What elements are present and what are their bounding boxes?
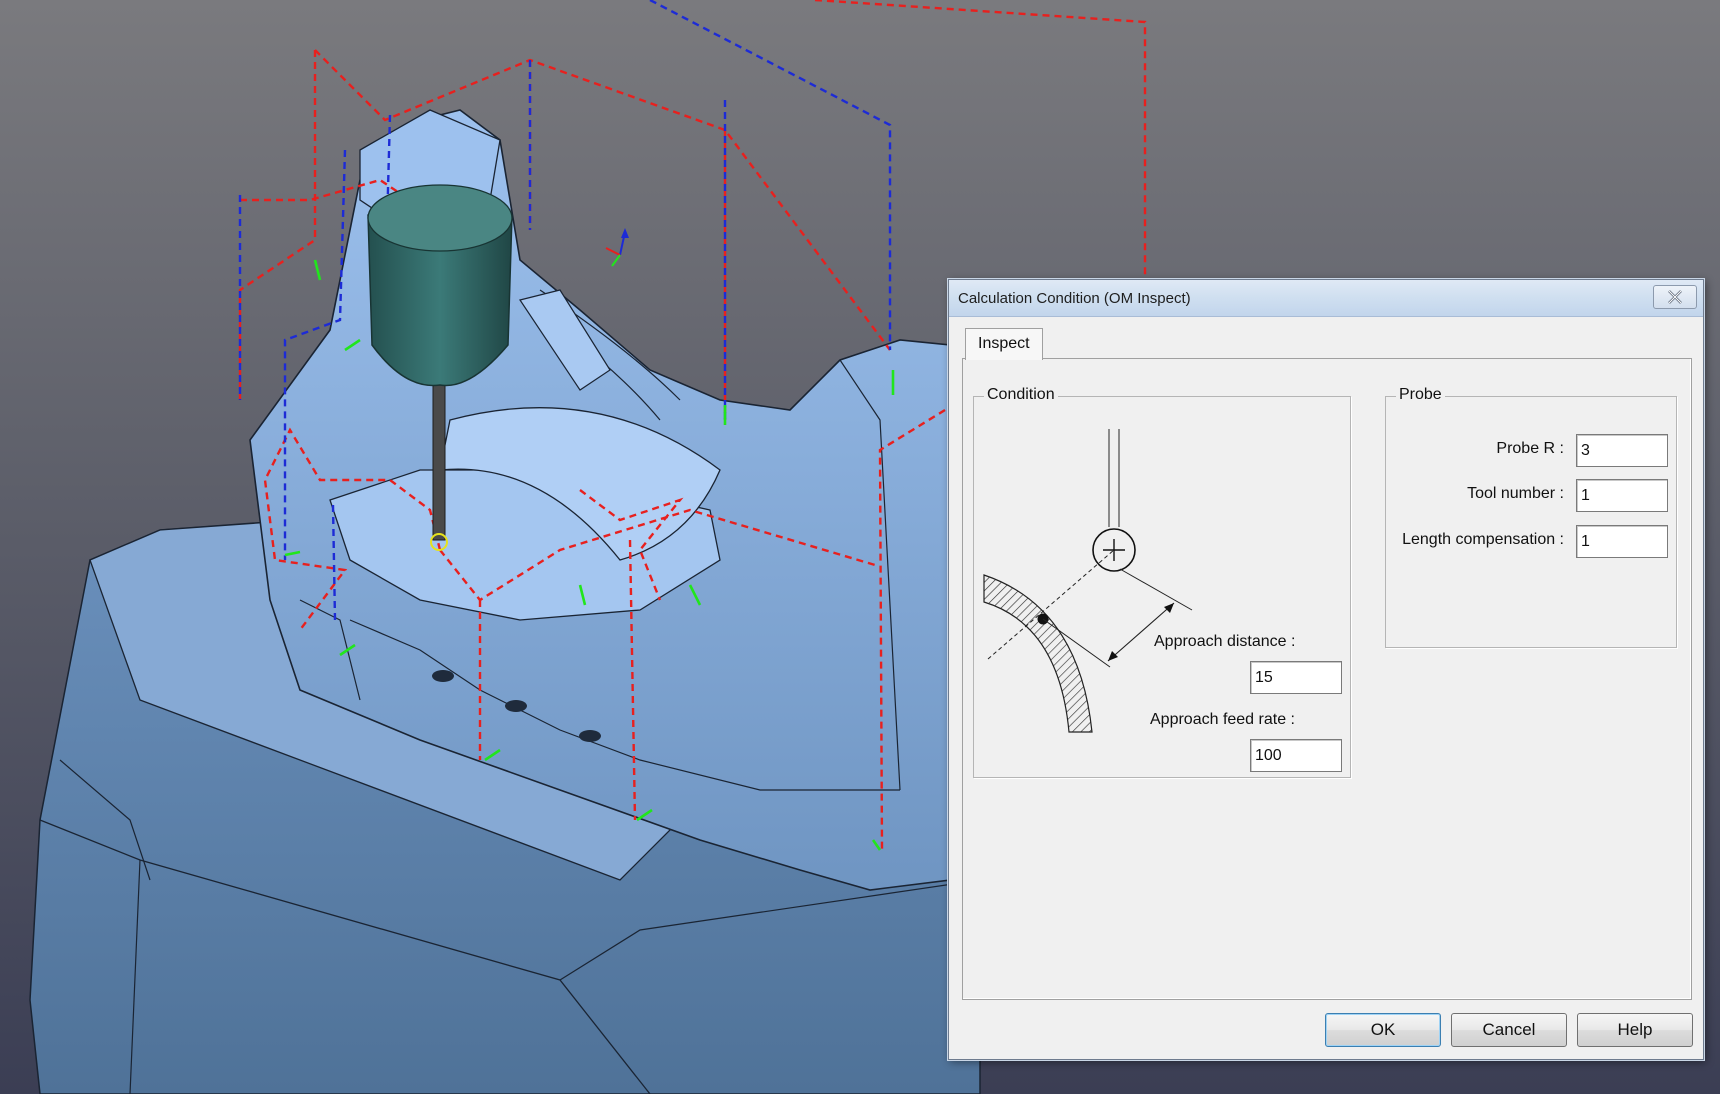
dialog-title: Calculation Condition (OM Inspect) (958, 290, 1191, 307)
condition-group: Condition Approach distance: 15 Approac… (973, 386, 1351, 778)
calculation-condition-dialog: Calculation Condition (OM Inspect) Inspe… (948, 279, 1704, 1060)
close-icon (1668, 290, 1682, 304)
probe-group-label: Probe (1396, 386, 1445, 404)
probe-r-label: Probe R : (1496, 440, 1564, 457)
probe-group: Probe Probe R : Tool number : Length com… (1385, 386, 1677, 648)
tool-number-label: Tool number : (1467, 485, 1564, 502)
help-button[interactable]: Help (1577, 1013, 1693, 1047)
close-button[interactable] (1653, 285, 1697, 309)
approach-distance-label: Approach distance : (1154, 633, 1296, 650)
probe-r-input[interactable] (1576, 434, 1668, 467)
tool-number-input[interactable] (1576, 479, 1668, 512)
length-compensation-input[interactable] (1576, 525, 1668, 558)
length-compensation-label: Length compensation : (1402, 531, 1564, 548)
coordinate-axis-icon (605, 228, 629, 267)
ok-button[interactable]: OK (1325, 1013, 1441, 1047)
approach-feed-rate-label: Approach feed rate : (1150, 711, 1295, 728)
approach-feed-rate-input[interactable] (1250, 739, 1342, 772)
dialog-titlebar[interactable]: Calculation Condition (OM Inspect) (949, 280, 1703, 317)
cancel-button[interactable]: Cancel (1451, 1013, 1567, 1047)
tab-inspect[interactable]: Inspect (965, 328, 1043, 360)
approach-distance-input[interactable] (1250, 661, 1342, 694)
